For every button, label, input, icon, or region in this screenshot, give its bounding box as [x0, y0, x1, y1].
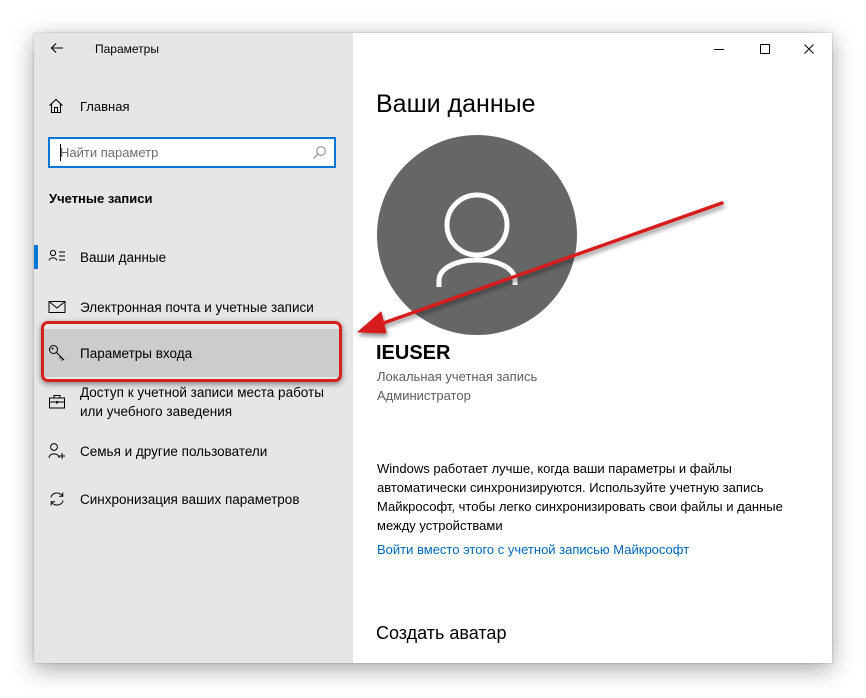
sidebar-item-family-users[interactable]: Семья и другие пользователи: [34, 439, 353, 463]
sidebar-item-your-info[interactable]: Ваши данные: [34, 245, 353, 269]
minimize-button[interactable]: [696, 33, 742, 65]
back-arrow-icon: [50, 43, 63, 53]
sidebar-item-home[interactable]: Главная: [48, 95, 129, 117]
sidebar-item-label: Синхронизация ваших параметров: [80, 492, 300, 507]
window-title: Параметры: [95, 42, 159, 56]
text-caret: [60, 144, 61, 161]
home-icon: [49, 98, 63, 114]
key-icon: [49, 345, 65, 361]
sidebar-item-label: Электронная почта и учетные записи: [80, 300, 314, 315]
search-icon[interactable]: [312, 145, 327, 160]
sidebar: Параметры Главная Учетные записи: [34, 33, 353, 663]
sync-icon: [50, 492, 64, 506]
user-silhouette-icon: [436, 192, 518, 287]
create-avatar-heading: Создать аватар: [376, 623, 507, 643]
maximize-button[interactable]: [742, 33, 788, 65]
page-title: Ваши данные: [376, 90, 536, 118]
sidebar-item-sync[interactable]: Синхронизация ваших параметров: [34, 487, 353, 511]
section-heading-accounts: Учетные записи: [49, 191, 153, 206]
active-indicator: [34, 245, 38, 269]
close-button[interactable]: [786, 33, 832, 65]
maximize-icon: [760, 44, 770, 54]
sidebar-item-work-school[interactable]: Доступ к учетной записи места работы или…: [34, 383, 353, 425]
account-role: Администратор: [377, 388, 471, 403]
avatar: [377, 135, 577, 335]
sidebar-item-label: Параметры входа: [80, 346, 193, 361]
user-card-icon: [48, 249, 65, 261]
account-type: Локальная учетная запись: [377, 369, 538, 384]
search-field[interactable]: [48, 137, 336, 168]
home-label: Главная: [80, 98, 130, 114]
settings-window: Параметры Главная Учетные записи: [34, 33, 832, 663]
sidebar-item-label: Семья и другие пользователи: [80, 444, 268, 459]
sidebar-item-label: Ваши данные: [80, 250, 167, 265]
sidebar-item-email-accounts[interactable]: Электронная почта и учетные записи: [34, 295, 353, 319]
search-input[interactable]: [60, 143, 300, 161]
sync-info-text: Windows работает лучше, когда ваши парам…: [377, 461, 783, 533]
back-button[interactable]: [46, 37, 68, 59]
minimize-icon: [714, 49, 724, 50]
microsoft-account-link[interactable]: Войти вместо этого с учетной записью Май…: [377, 542, 689, 557]
briefcase-icon: [49, 395, 65, 409]
sidebar-item-sign-in-options[interactable]: Параметры входа: [44, 329, 341, 377]
main-content: Ваши данные IEUSER Локальная учетная зап…: [353, 33, 832, 663]
sidebar-item-label: Доступ к учетной записи места работы или…: [80, 385, 324, 419]
mail-icon: [48, 301, 66, 313]
close-icon: [804, 44, 814, 54]
user-add-icon: [48, 443, 65, 459]
user-name: IEUSER: [376, 342, 451, 364]
